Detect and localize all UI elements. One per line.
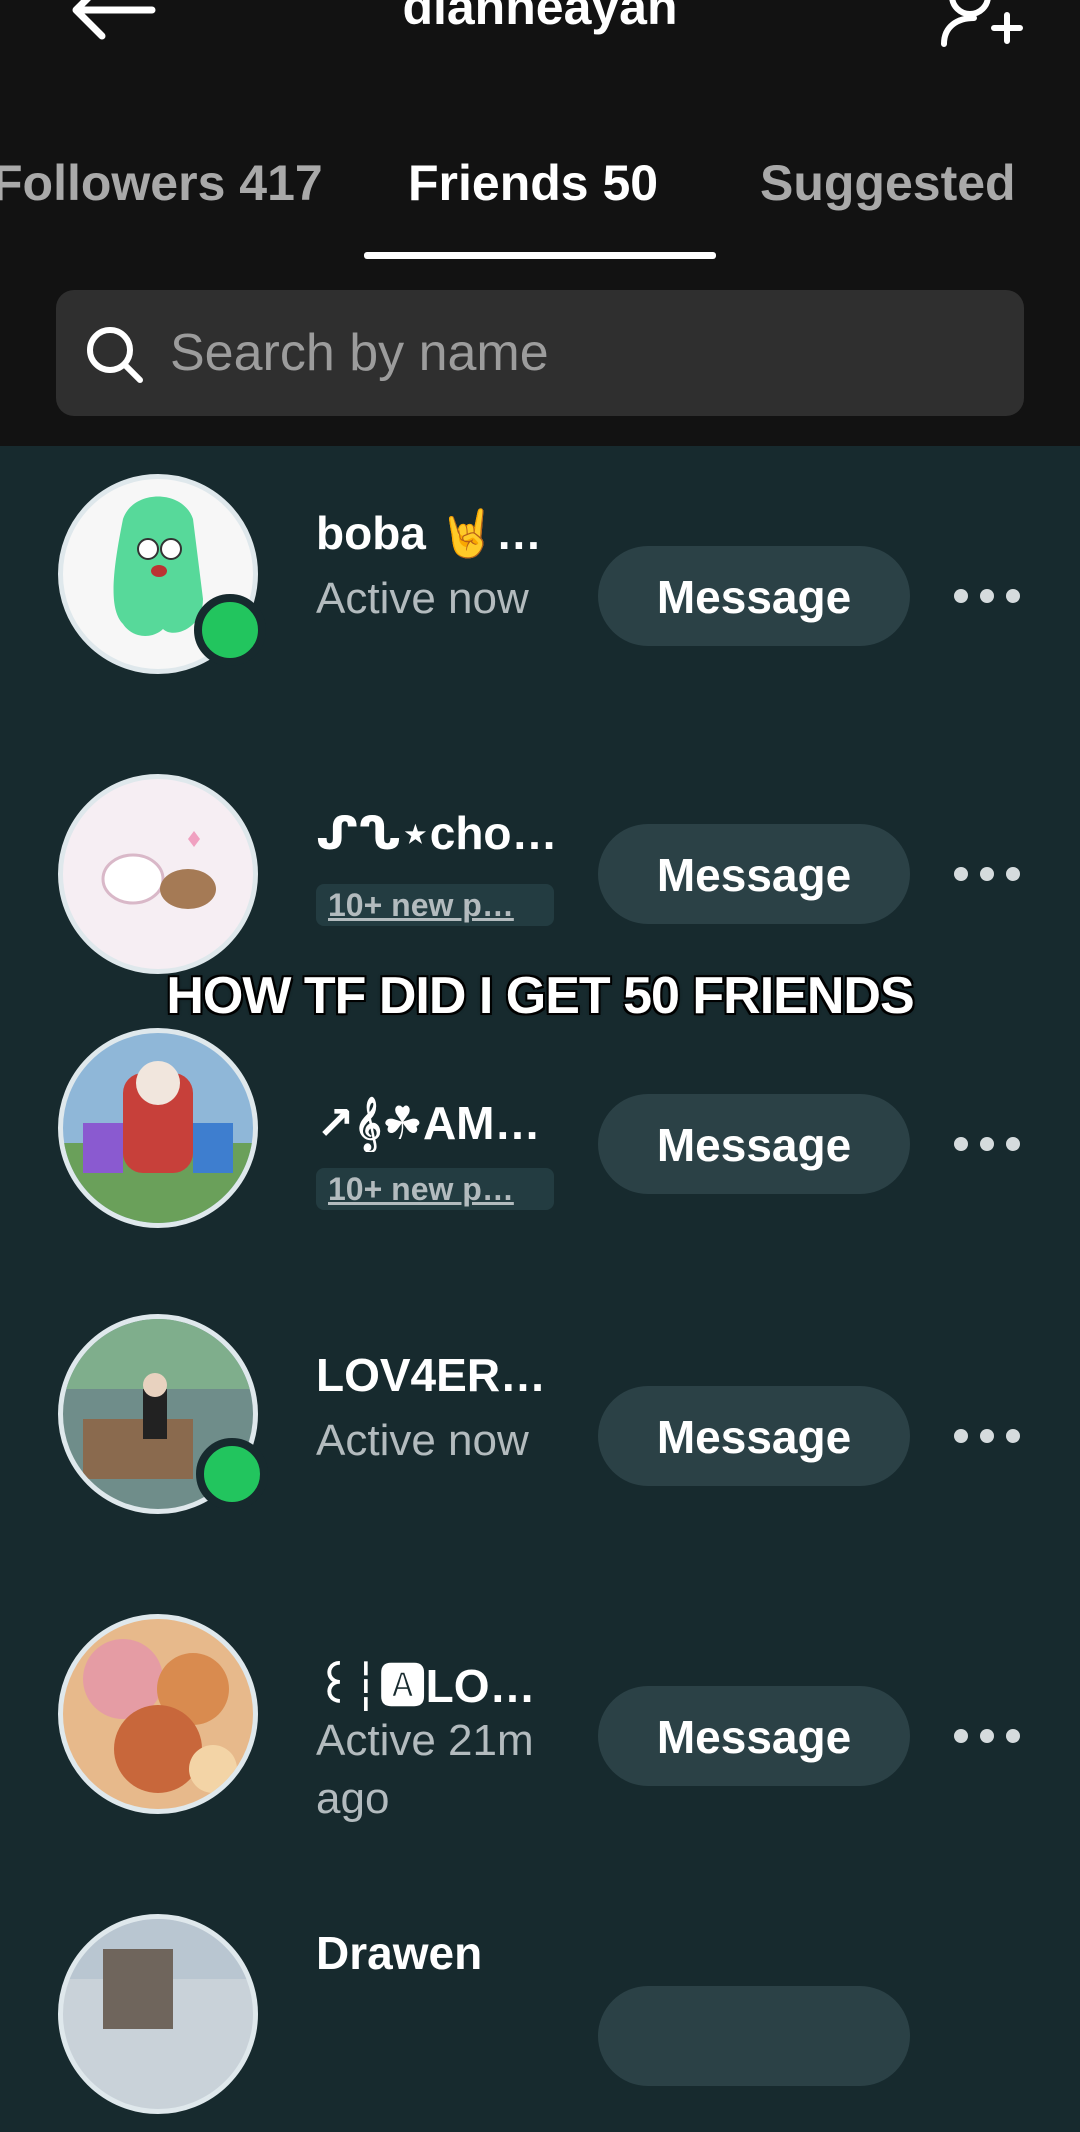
avatar[interactable]	[58, 1028, 258, 1228]
tab-followers[interactable]: Followers 417	[0, 154, 323, 212]
online-indicator	[196, 1438, 268, 1510]
friend-row: ᔑᔐ⋆choc… 10+ new p… Message	[0, 766, 1080, 986]
search-input[interactable]	[170, 320, 990, 386]
more-options-icon[interactable]	[950, 1416, 1024, 1456]
friend-row: boba 🤘… Active now Message	[0, 466, 1080, 686]
message-button[interactable]: Message	[598, 1386, 910, 1486]
friend-name: boba 🤘…	[316, 507, 542, 559]
tab-suggested[interactable]: Suggested	[760, 154, 1016, 212]
video-caption-overlay: HOW TF DID I GET 50 FRIENDS	[166, 967, 914, 1025]
search-icon	[87, 327, 143, 383]
search-bar[interactable]	[56, 290, 1024, 416]
tab-bar: Followers 417 Friends 50 Suggested	[0, 138, 1080, 262]
avatar[interactable]	[58, 1914, 258, 2114]
avatar-image	[63, 1919, 253, 2029]
friend-row: LOV4ER… Active now Message	[0, 1312, 1080, 1532]
friend-row: ↗𝄞☘AM… 10+ new p… Message	[0, 1028, 1080, 1248]
top-bar: dianneayah Followers 417 Friends 50 Sugg…	[0, 0, 1080, 446]
message-button[interactable]: Message	[598, 1686, 910, 1786]
friend-row: Drawen	[0, 1912, 1080, 2132]
avatar-image	[63, 1061, 253, 1223]
tab-friends[interactable]: Friends 50	[408, 154, 658, 212]
friend-name: ꒰┆🅰LO…	[316, 1660, 536, 1712]
online-indicator	[194, 594, 266, 666]
message-button[interactable]: Message	[598, 1094, 910, 1194]
more-options-icon[interactable]	[950, 576, 1024, 616]
avatar[interactable]	[58, 774, 258, 974]
avatar-image	[101, 831, 216, 909]
friend-status: Active 21m ago	[316, 1716, 534, 1823]
friend-name: LOV4ER…	[316, 1349, 547, 1401]
avatar-image	[83, 1639, 237, 1793]
avatar[interactable]	[58, 1614, 258, 1814]
page-title: dianneayah	[402, 0, 678, 35]
active-tab-indicator	[364, 252, 716, 259]
friend-row: ꒰┆🅰LO… Active 21m ago Message	[0, 1612, 1080, 1832]
add-user-icon	[941, 0, 1023, 47]
more-options-icon[interactable]	[950, 854, 1024, 894]
new-posts-badge[interactable]: 10+ new p…	[316, 1168, 554, 1210]
add-friend-button[interactable]	[930, 0, 1030, 60]
friend-name: ᔑᔐ⋆choc…	[316, 807, 560, 859]
message-button[interactable]: Message	[598, 824, 910, 924]
friend-name: ↗𝄞☘AM…	[316, 1097, 541, 1149]
friend-name: Drawen	[316, 1927, 483, 1979]
new-posts-badge[interactable]: 10+ new p…	[316, 884, 554, 926]
message-button[interactable]: Message	[598, 546, 910, 646]
friend-status: Active now	[316, 1416, 529, 1465]
more-options-icon[interactable]	[950, 1124, 1024, 1164]
more-options-icon[interactable]	[950, 1716, 1024, 1756]
message-button[interactable]	[598, 1986, 910, 2086]
friend-status: Active now	[316, 574, 529, 623]
